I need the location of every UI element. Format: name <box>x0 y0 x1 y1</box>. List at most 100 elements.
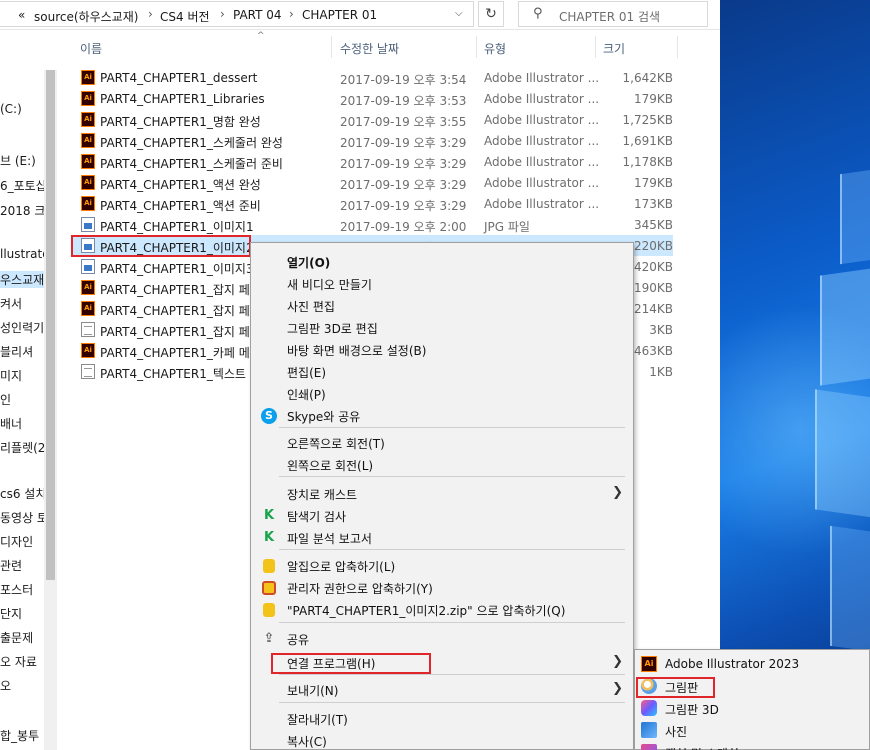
file-date: 2017-09-19 오후 3:54 <box>340 73 467 87</box>
column-header-date[interactable]: 수정한 날짜 <box>340 40 399 57</box>
refresh-button[interactable]: ↻ <box>478 1 504 27</box>
context-menu-item[interactable]: 인쇄(P) <box>251 383 633 405</box>
column-header-size[interactable]: 크기 <box>603 40 625 57</box>
open-with-label: Adobe Illustrator 2023 <box>665 657 800 671</box>
context-menu-item[interactable]: 보내기(N) ❯ <box>251 679 633 701</box>
context-menu-item[interactable]: K 파일 분석 보고서 <box>251 527 633 549</box>
context-menu-item[interactable]: ⇪ 공유 <box>251 628 633 650</box>
file-row[interactable]: Ai PART4_CHAPTER1_액션 준비 2017-09-19 오후 3:29… <box>73 193 673 214</box>
file-name: PART4_CHAPTER1_텍스트 <box>100 367 246 381</box>
context-menu-item[interactable]: 새 비디오 만들기 <box>251 273 633 295</box>
alzip-icon <box>263 559 275 573</box>
file-row[interactable]: Ai PART4_CHAPTER1_dessert 2017-09-19 오후 3:… <box>73 67 673 88</box>
column-divider[interactable] <box>331 36 332 58</box>
context-menu-item[interactable]: "PART4_CHAPTER1_이미지2.zip" 으로 압축하기(Q) <box>251 599 633 621</box>
breadcrumb-part04[interactable]: PART 04 <box>233 8 282 22</box>
context-menu-item[interactable]: 사진 편집 <box>251 295 633 317</box>
column-divider[interactable] <box>476 36 477 58</box>
nav-item[interactable]: 오 자료 <box>0 653 37 670</box>
breadcrumb-separator-icon[interactable]: › <box>220 7 225 21</box>
context-menu-item[interactable]: 복사(C) <box>251 730 633 750</box>
context-menu-label: 복사(C) <box>287 735 327 749</box>
file-date: 2017-09-19 오후 3:53 <box>340 94 467 108</box>
context-menu-label: 바탕 화면 배경으로 설정(B) <box>287 344 427 358</box>
column-header-type[interactable]: 유형 <box>484 40 506 57</box>
open-with-item[interactable]: 그림판 3D <box>635 697 869 719</box>
context-menu-item[interactable]: 관리자 권한으로 압축하기(Y) <box>251 577 633 599</box>
nav-item[interactable]: cs6 설치 <box>0 485 46 502</box>
nav-scrollbar[interactable] <box>44 70 57 750</box>
context-menu-item[interactable]: S Skype와 공유 <box>251 405 633 427</box>
chevron-down-icon[interactable]: ⌵ <box>455 8 463 19</box>
breadcrumb-source[interactable]: source(하우스교재) <box>34 8 138 25</box>
context-menu-item[interactable]: K 탐색기 검사 <box>251 505 633 527</box>
context-menu-item[interactable]: 장치로 캐스트 ❯ <box>251 483 633 505</box>
open-with-item[interactable]: 사진 <box>635 719 869 741</box>
nav-scrollbar-thumb[interactable] <box>46 70 55 580</box>
file-row[interactable]: Ai PART4_CHAPTER1_명함 완성 2017-09-19 오후 3:55… <box>73 109 673 130</box>
file-name: PART4_CHAPTER1_액션 준비 <box>100 199 261 213</box>
context-menu-label: 왼쪽으로 회전(L) <box>287 459 374 473</box>
address-box[interactable]: « source(하우스교재) › CS4 버전 › PART 04 › CHA… <box>0 1 474 27</box>
nav-item[interactable]: 출문제 <box>0 629 33 646</box>
context-menu-item[interactable]: 오른쪽으로 회전(T) <box>251 432 633 454</box>
nav-item[interactable]: 배너 <box>0 415 22 432</box>
nav-item[interactable]: 리플렛(2 <box>0 439 45 456</box>
nav-item[interactable]: 관련 <box>0 557 22 574</box>
context-menu-item[interactable]: 바탕 화면 배경으로 설정(B) <box>251 339 633 361</box>
file-row[interactable]: Ai PART4_CHAPTER1_Libraries 2017-09-19 오후 … <box>73 88 673 109</box>
nav-item[interactable]: 인 <box>0 391 11 408</box>
breadcrumb-cs4[interactable]: CS4 버전 <box>160 8 210 25</box>
context-menu-item[interactable]: 잘라내기(T) <box>251 708 633 730</box>
navigation-pane: (C:) 브 (E:) 6_포토샵 2018 크 llustrator2 우스교재 켜서 성인… <box>0 30 57 750</box>
desktop-wallpaper <box>720 0 870 750</box>
nav-item[interactable]: 6_포토샵 <box>0 177 47 194</box>
nav-item[interactable]: 포스터 <box>0 581 33 598</box>
file-size: 1,642KB <box>622 71 673 85</box>
file-size: 1,691KB <box>622 134 673 148</box>
context-menu-item[interactable]: 그림판 3D로 편집 <box>251 317 633 339</box>
context-menu-item[interactable]: 알집으로 압축하기(L) <box>251 555 633 577</box>
menu-separator <box>279 674 625 675</box>
menu-separator <box>279 476 625 477</box>
search-icon: ⚲ <box>533 6 543 21</box>
nav-item[interactable]: 성인력기 <box>0 319 44 336</box>
column-divider[interactable] <box>595 36 596 58</box>
nav-item[interactable]: 켜서 <box>0 295 22 312</box>
search-input[interactable]: ⚲ CHAPTER 01 검색 <box>518 1 708 27</box>
column-header-name[interactable]: 이름 <box>80 40 102 57</box>
file-size: 179KB <box>633 92 673 106</box>
context-menu-item[interactable]: 열기(O) <box>251 251 633 273</box>
nav-item[interactable]: 동영상 토 <box>0 509 48 526</box>
context-menu-item[interactable]: 왼쪽으로 회전(L) <box>251 454 633 476</box>
column-divider[interactable] <box>677 36 678 58</box>
illustrator-file-icon: Ai <box>81 112 95 127</box>
breadcrumb-overflow-icon[interactable]: « <box>18 8 25 22</box>
context-menu-label: 탐색기 검사 <box>287 510 347 524</box>
nav-item[interactable]: 단지 <box>0 605 22 622</box>
file-name: PART4_CHAPTER1_잡지 페이 <box>100 325 261 339</box>
nav-item[interactable]: 우스교재 <box>0 271 44 288</box>
breadcrumb-chapter01[interactable]: CHAPTER 01 <box>302 8 377 22</box>
nav-item[interactable]: 2018 크 <box>0 202 45 219</box>
nav-item[interactable]: 합_봉투 <box>0 727 39 744</box>
nav-item[interactable]: 블리셔 <box>0 343 33 360</box>
breadcrumb-separator-icon[interactable]: › <box>289 7 294 21</box>
file-row[interactable]: PART4_CHAPTER1_이미지1 2017-09-19 오후 2:00 JPG… <box>73 214 673 235</box>
open-with-item[interactable]: 캡처 및 스케치 <box>635 741 869 750</box>
file-row[interactable]: Ai PART4_CHAPTER1_스케줄러 완성 2017-09-19 오후 3:… <box>73 130 673 151</box>
nav-item[interactable]: (C:) <box>0 102 22 116</box>
photos-app-icon <box>641 722 657 738</box>
file-row[interactable]: Ai PART4_CHAPTER1_스케줄러 준비 2017-09-19 오후 3:… <box>73 151 673 172</box>
nav-item[interactable]: 브 (E:) <box>0 152 36 169</box>
file-row[interactable]: Ai PART4_CHAPTER1_액션 완성 2017-09-19 오후 3:29… <box>73 172 673 193</box>
file-name: PART4_CHAPTER1_명함 완성 <box>100 115 261 129</box>
nav-item[interactable]: 미지 <box>0 367 22 384</box>
open-with-item[interactable]: Ai Adobe Illustrator 2023 <box>635 653 869 675</box>
breadcrumb-separator-icon[interactable]: › <box>148 7 153 21</box>
context-menu-label: Skype와 공유 <box>287 410 361 424</box>
context-menu-label: 보내기(N) <box>287 684 339 698</box>
nav-item[interactable]: 디자인 <box>0 533 33 550</box>
nav-item[interactable]: 오 <box>0 677 11 694</box>
context-menu-item[interactable]: 편집(E) <box>251 361 633 383</box>
